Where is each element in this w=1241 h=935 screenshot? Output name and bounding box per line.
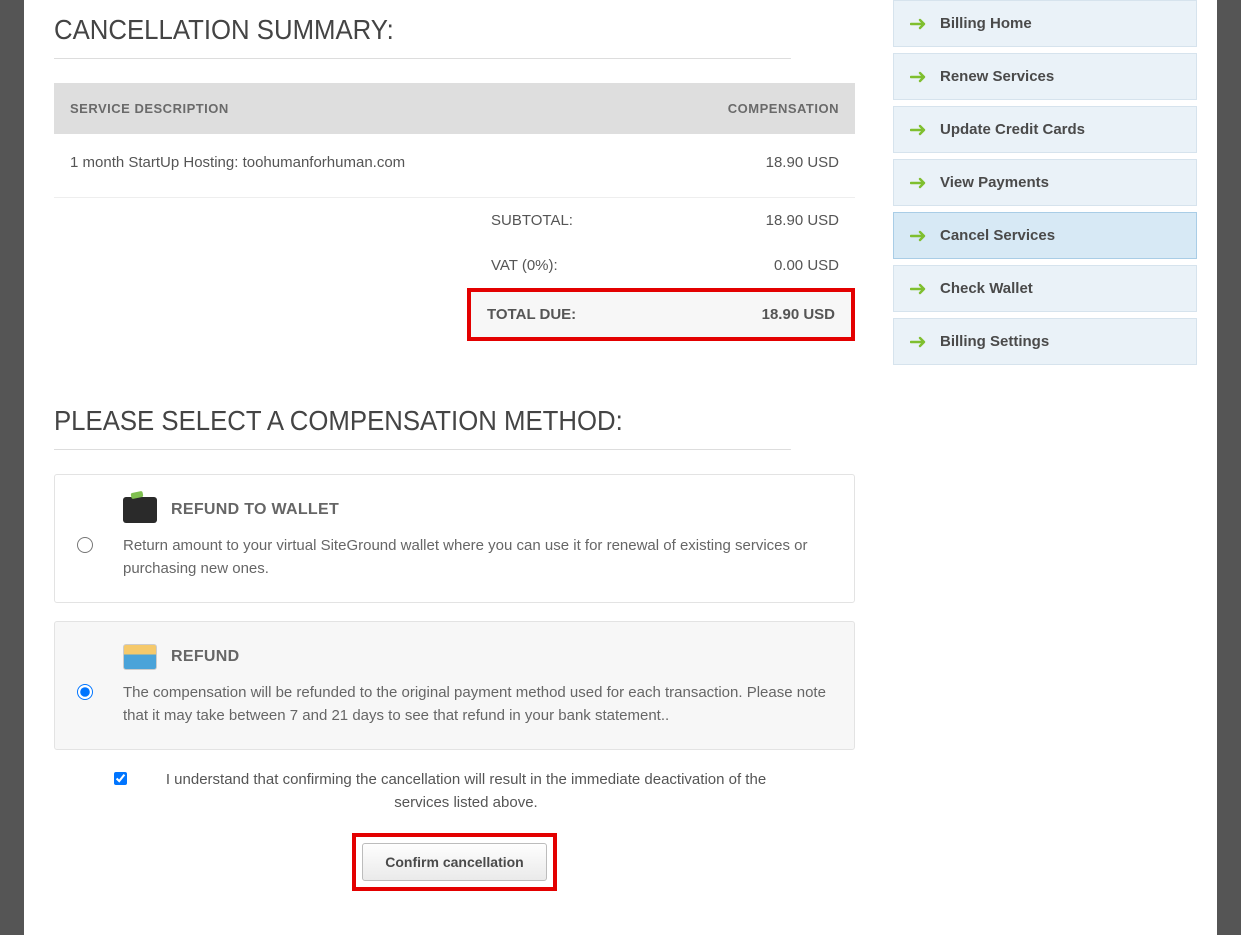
arrow-right-icon (910, 18, 928, 30)
sidebar-item-label: View Payments (940, 174, 1049, 191)
arrow-right-icon (910, 177, 928, 189)
totals-block: SUBTOTAL: 18.90 USD VAT (0%): 0.00 USD T… (54, 197, 855, 341)
sidebar-item-billing-settings[interactable]: Billing Settings (893, 318, 1197, 365)
sidebar-item-update-credit-cards[interactable]: Update Credit Cards (893, 106, 1197, 153)
sidebar-item-check-wallet[interactable]: Check Wallet (893, 265, 1197, 312)
radio-refund[interactable] (77, 684, 93, 700)
total-due-label: TOTAL DUE: (471, 292, 711, 337)
summary-table: SERVICE DESCRIPTION COMPENSATION 1 month… (54, 83, 855, 191)
subtotal-row: SUBTOTAL: 18.90 USD (54, 198, 855, 243)
col-service-description: SERVICE DESCRIPTION (54, 83, 630, 134)
subtotal-value: 18.90 USD (715, 198, 855, 243)
option-refund-to-wallet[interactable]: REFUND TO WALLET Return amount to your v… (54, 474, 855, 603)
arrow-right-icon (910, 124, 928, 136)
subtotal-label: SUBTOTAL: (475, 198, 715, 243)
sidebar-item-label: Billing Settings (940, 333, 1049, 350)
wallet-icon (123, 497, 157, 523)
option-refund[interactable]: REFUND The compensation will be refunded… (54, 621, 855, 750)
option-description: The compensation will be refunded to the… (123, 682, 832, 727)
sidebar: Billing Home Renew Services Update Credi… (885, 0, 1217, 391)
option-title: REFUND TO WALLET (171, 501, 339, 519)
compensation-method-title: Please select a compensation method: (54, 391, 791, 450)
sidebar-item-cancel-services[interactable]: Cancel Services (893, 212, 1197, 259)
arrow-right-icon (910, 283, 928, 295)
arrow-right-icon (910, 336, 928, 348)
service-compensation: 18.90 USD (630, 134, 855, 191)
confirm-cancellation-button[interactable]: Confirm cancellation (362, 843, 546, 881)
vat-row: VAT (0%): 0.00 USD (54, 243, 855, 288)
table-row: 1 month StartUp Hosting: toohumanforhuma… (54, 134, 855, 191)
confirm-checkbox[interactable] (114, 772, 127, 785)
sidebar-item-billing-home[interactable]: Billing Home (893, 0, 1197, 47)
sidebar-item-view-payments[interactable]: View Payments (893, 159, 1197, 206)
confirm-area: I understand that confirming the cancell… (54, 768, 855, 891)
confirm-checkbox-label: I understand that confirming the cancell… (137, 768, 795, 815)
sidebar-item-label: Renew Services (940, 68, 1054, 85)
arrow-right-icon (910, 71, 928, 83)
option-title: REFUND (171, 648, 239, 666)
col-compensation: COMPENSATION (630, 83, 855, 134)
credit-card-icon (123, 644, 157, 670)
main-content: Cancellation Summary: SERVICE DESCRIPTIO… (24, 0, 885, 931)
arrow-right-icon (910, 230, 928, 242)
vat-value: 0.00 USD (715, 243, 855, 288)
total-due-value: 18.90 USD (711, 292, 851, 337)
sidebar-item-renew-services[interactable]: Renew Services (893, 53, 1197, 100)
cancellation-summary-title: Cancellation Summary: (54, 0, 791, 59)
sidebar-item-label: Billing Home (940, 15, 1032, 32)
vat-label: VAT (0%): (475, 243, 715, 288)
total-due-highlight: TOTAL DUE: 18.90 USD (467, 288, 855, 341)
total-due-row: TOTAL DUE: 18.90 USD (471, 292, 851, 337)
confirm-button-highlight: Confirm cancellation (352, 833, 556, 891)
sidebar-item-label: Check Wallet (940, 280, 1033, 297)
radio-refund-to-wallet[interactable] (77, 537, 93, 553)
service-description: 1 month StartUp Hosting: toohumanforhuma… (54, 134, 630, 191)
sidebar-item-label: Update Credit Cards (940, 121, 1085, 138)
sidebar-item-label: Cancel Services (940, 227, 1055, 244)
option-description: Return amount to your virtual SiteGround… (123, 535, 832, 580)
